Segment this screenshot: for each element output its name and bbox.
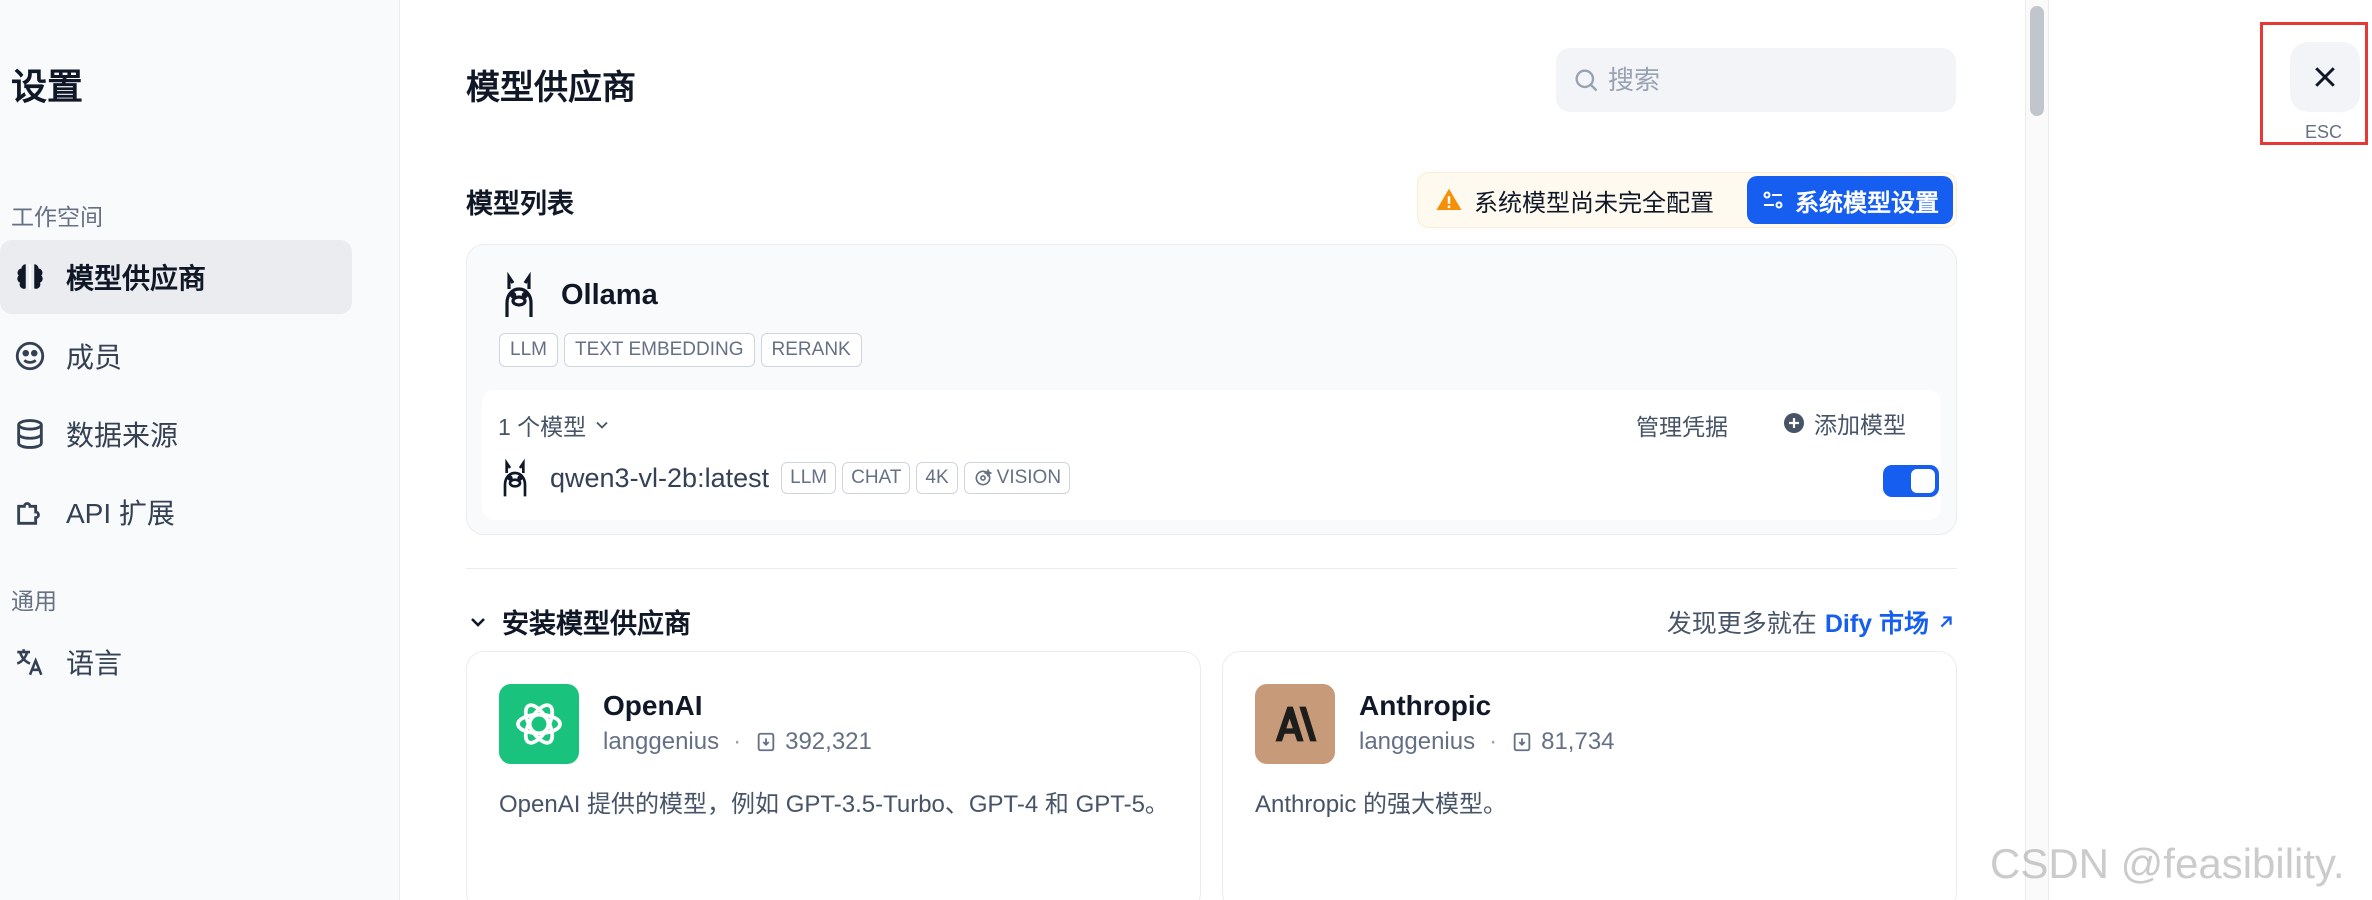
dify-marketplace-label: Dify 市场 [1824, 610, 1929, 638]
toggle-knob [1911, 469, 1935, 493]
members-icon [12, 338, 48, 374]
close-icon [2315, 67, 2335, 87]
model-tag-vision: VISION [963, 462, 1071, 494]
model-tag-label: VISION [996, 467, 1062, 488]
install-providers-toggle[interactable]: 安装模型供应商 [466, 602, 691, 641]
provider-card-name: Anthropic [1359, 690, 1492, 721]
section-divider [466, 568, 1957, 569]
manage-credentials-button[interactable]: 管理凭据 [1636, 408, 1728, 442]
model-count-toggle[interactable]: 1 个模型 [498, 408, 612, 442]
install-providers-title: 安装模型供应商 [502, 609, 691, 639]
provider-description: OpenAI 提供的模型，例如 GPT-3.5-Turbo、GPT-4 和 GP… [499, 791, 1169, 818]
sidebar-item-label: 成员 [66, 342, 123, 373]
sidebar-item-api-extension[interactable]: API 扩展 [0, 475, 352, 549]
settings-sliders-icon [1763, 191, 1783, 209]
provider-tag: LLM [499, 333, 558, 367]
provider-tag: TEXT EMBEDDING [563, 333, 755, 367]
chevron-down-icon [471, 617, 485, 627]
search-box[interactable] [1556, 48, 1956, 112]
provider-card-name: OpenAI [603, 690, 703, 721]
sidebar-item-label: API 扩展 [66, 498, 175, 529]
provider-models-panel: 1 个模型 管理凭据 添加模型 qwen3-vl-2b:latest LLM C… [482, 390, 1941, 520]
puzzle-icon [12, 494, 48, 530]
provider-card-anthropic[interactable]: Anthropic langgenius · 81,734 Anthropic … [1222, 651, 1957, 900]
add-circle-icon [1784, 413, 1804, 433]
close-button[interactable] [2290, 42, 2360, 112]
search-icon [1575, 69, 1598, 92]
sidebar-title: 设置 [11, 66, 84, 107]
ollama-logo-icon [505, 271, 533, 317]
sidebar-item-model-providers[interactable]: 模型供应商 [0, 240, 352, 314]
chevron-down-icon [596, 421, 608, 429]
main-content: 模型供应商 模型列表 系统模型尚未完全配置 系统模型设置 Ollama LLM … [400, 0, 2025, 900]
translate-icon [12, 644, 48, 680]
provider-description: Anthropic 的强大模型。 [1255, 791, 1508, 818]
anthropic-logo-icon [1255, 684, 1335, 764]
model-name: qwen3-vl-2b:latest [550, 462, 770, 493]
database-icon [12, 416, 48, 452]
brain-icon [12, 259, 48, 295]
add-model-button[interactable]: 添加模型 [1782, 406, 1906, 440]
model-list-title: 模型列表 [466, 189, 574, 219]
system-model-settings-button[interactable]: 系统模型设置 [1747, 176, 1953, 224]
download-count-icon [1513, 732, 1531, 752]
provider-card-meta: langgenius · 392,321 [603, 728, 872, 755]
market-prefix: 发现更多就在 [1666, 610, 1817, 638]
install-count: 81,734 [1541, 728, 1615, 755]
dify-marketplace-link[interactable]: Dify 市场 [1825, 604, 1957, 640]
model-count-label: 1 个模型 [498, 414, 587, 440]
workspace-section-label: 工作空间 [11, 204, 103, 230]
provider-card-ollama: Ollama LLM TEXT EMBEDDING RERANK 1 个模型 管… [466, 244, 1957, 535]
model-tag: 4K [916, 462, 958, 494]
sidebar-item-label: 数据来源 [66, 420, 179, 451]
provider-card-openai[interactable]: OpenAI langgenius · 392,321 OpenAI 提供的模型… [466, 651, 1201, 900]
esc-hint: ESC [2305, 122, 2343, 142]
provider-tag: RERANK [760, 333, 862, 367]
ollama-model-icon [503, 458, 527, 497]
model-tag: CHAT [842, 462, 911, 494]
page-title: 模型供应商 [466, 69, 636, 107]
vision-icon [975, 468, 993, 486]
openai-logo-icon [499, 684, 579, 764]
sidebar-item-members[interactable]: 成员 [0, 319, 352, 393]
system-model-warning: 系统模型尚未完全配置 系统模型设置 [1417, 172, 1957, 228]
settings-sidebar: 设置 工作空间 模型供应商 成员 数据来源 API 扩展 通用 语言 [0, 0, 400, 900]
provider-author: langgenius [603, 728, 720, 755]
model-row: qwen3-vl-2b:latest LLM CHAT 4K VISION [498, 458, 1071, 498]
arrow-up-right-icon [1940, 616, 1952, 628]
sidebar-item-label: 语言 [66, 648, 123, 679]
sidebar-item-data-sources[interactable]: 数据来源 [0, 397, 352, 471]
add-model-label: 添加模型 [1814, 412, 1906, 438]
general-section-label: 通用 [11, 588, 57, 614]
download-count-icon [757, 732, 775, 752]
main-scrollbar[interactable] [2025, 0, 2048, 900]
warning-icon [1436, 188, 1462, 210]
sidebar-item-label: 模型供应商 [66, 263, 207, 294]
install-count: 392,321 [785, 728, 872, 755]
scrollbar-thumb[interactable] [2030, 6, 2044, 116]
system-model-settings-label: 系统模型设置 [1795, 189, 1939, 217]
model-tag: LLM [781, 462, 837, 494]
provider-author: langgenius [1359, 728, 1476, 755]
model-enabled-toggle[interactable] [1883, 465, 1939, 497]
sidebar-item-language[interactable]: 语言 [0, 625, 352, 699]
provider-name: Ollama [561, 278, 658, 311]
marketplace-link-row: 发现更多就在 Dify 市场 [1667, 604, 1957, 640]
provider-card-meta: langgenius · 81,734 [1359, 728, 1615, 755]
provider-tags: LLM TEXT EMBEDDING RERANK [499, 333, 862, 367]
search-input[interactable] [1608, 64, 1928, 96]
warning-text: 系统模型尚未完全配置 [1474, 189, 1714, 217]
watermark: CSDN @feasibility. [1990, 840, 2345, 887]
